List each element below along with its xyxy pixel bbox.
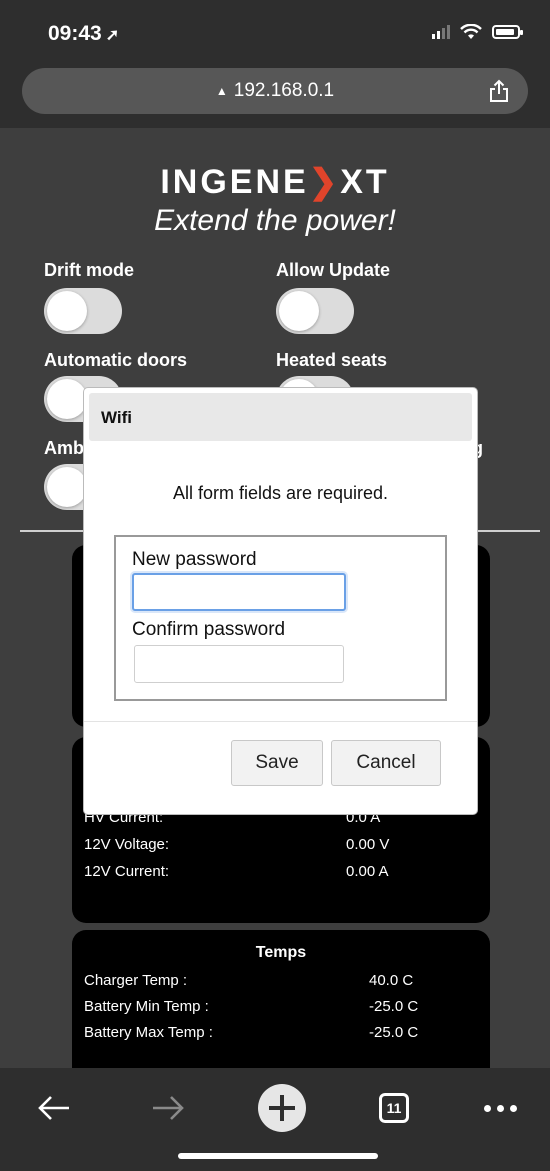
- heated-seats-label: Heated seats: [276, 350, 388, 370]
- wifi-icon: [460, 24, 482, 39]
- toggle-knob: [47, 467, 87, 507]
- wifi-dialog-title: Wifi: [101, 408, 133, 427]
- more-icon: [483, 1104, 517, 1112]
- arrow-right-icon: [153, 1096, 184, 1120]
- forward-button[interactable]: [146, 1086, 190, 1130]
- plus-circle: [258, 1084, 306, 1132]
- status-icons: [432, 24, 523, 40]
- arrow-left-icon: [38, 1096, 69, 1120]
- brand-mark: ❯: [308, 163, 341, 201]
- back-button[interactable]: [32, 1086, 76, 1130]
- brand-name-prefix: INGENE: [160, 163, 309, 201]
- new-tab-button[interactable]: [256, 1084, 308, 1132]
- cellular-signal-icon: [432, 25, 450, 39]
- browser-top-bar: 09:43 ➚ ▲ 192.168.0.1: [0, 0, 550, 128]
- cancel-button[interactable]: Cancel: [331, 740, 441, 786]
- power-row-value: 0.00 V: [346, 836, 390, 853]
- save-button[interactable]: Save: [231, 740, 323, 786]
- tabs-button[interactable]: 11: [372, 1086, 416, 1130]
- temps-row-label: Battery Max Temp :: [84, 1024, 213, 1041]
- confirm-password-label: Confirm password: [132, 619, 286, 640]
- temps-row-label: Charger Temp :: [84, 972, 188, 989]
- password-fieldset: New password Confirm password: [114, 535, 447, 701]
- status-time: 09:43 ➚: [48, 22, 119, 46]
- wifi-dialog-header: Wifi: [89, 393, 472, 441]
- temps-row-label: Battery Min Temp :: [84, 998, 209, 1015]
- confirm-password-input[interactable]: [134, 645, 344, 683]
- brand-header: INGENE❯XT Extend the power!: [0, 162, 550, 238]
- url-display[interactable]: ▲ 192.168.0.1: [216, 80, 334, 102]
- toggle-knob: [47, 291, 87, 331]
- power-row-label: 12V Current:: [84, 863, 170, 880]
- wifi-dialog: Wifi All form fields are required. New p…: [84, 388, 477, 814]
- ambient-label: Amb: [44, 438, 84, 458]
- temps-card: Temps Charger Temp : 40.0 C Battery Min …: [72, 930, 490, 1090]
- brand-tagline: Extend the power!: [154, 204, 396, 237]
- url-text: 192.168.0.1: [233, 80, 335, 101]
- more-menu-button[interactable]: [478, 1086, 522, 1130]
- power-row-label: 12V Voltage:: [84, 836, 170, 853]
- drift-mode-toggle[interactable]: [44, 288, 122, 334]
- plus-icon: [269, 1095, 295, 1121]
- dialog-footer-divider: [84, 721, 477, 722]
- status-time-text: 09:43: [48, 22, 102, 45]
- temps-row-value: -25.0 C: [369, 998, 419, 1015]
- allow-update-toggle[interactable]: [276, 288, 354, 334]
- temps-row-value: 40.0 C: [369, 972, 414, 989]
- location-icon: ➚: [105, 27, 120, 44]
- allow-update-label: Allow Update: [276, 260, 391, 280]
- tab-count: 11: [379, 1093, 409, 1123]
- new-password-label: New password: [132, 549, 257, 570]
- temps-card-title: Temps: [255, 944, 307, 961]
- brand-name-suffix: XT: [340, 163, 390, 201]
- address-bar[interactable]: ▲ 192.168.0.1: [22, 68, 528, 114]
- brand-logo: INGENE❯XT: [0, 162, 550, 202]
- drift-mode-label: Drift mode: [44, 260, 134, 280]
- warning-icon: ▲: [215, 84, 228, 98]
- required-fields-note: All form fields are required.: [172, 483, 389, 503]
- power-row-value: 0.00 A: [346, 863, 389, 880]
- share-icon[interactable]: [488, 79, 510, 103]
- new-password-input[interactable]: [132, 573, 346, 611]
- automatic-doors-label: Automatic doors: [44, 350, 188, 370]
- toggle-knob: [47, 379, 87, 419]
- temps-row-value: -25.0 C: [369, 1024, 419, 1041]
- toggle-knob: [279, 291, 319, 331]
- home-indicator: [178, 1153, 378, 1159]
- battery-icon: [492, 25, 523, 39]
